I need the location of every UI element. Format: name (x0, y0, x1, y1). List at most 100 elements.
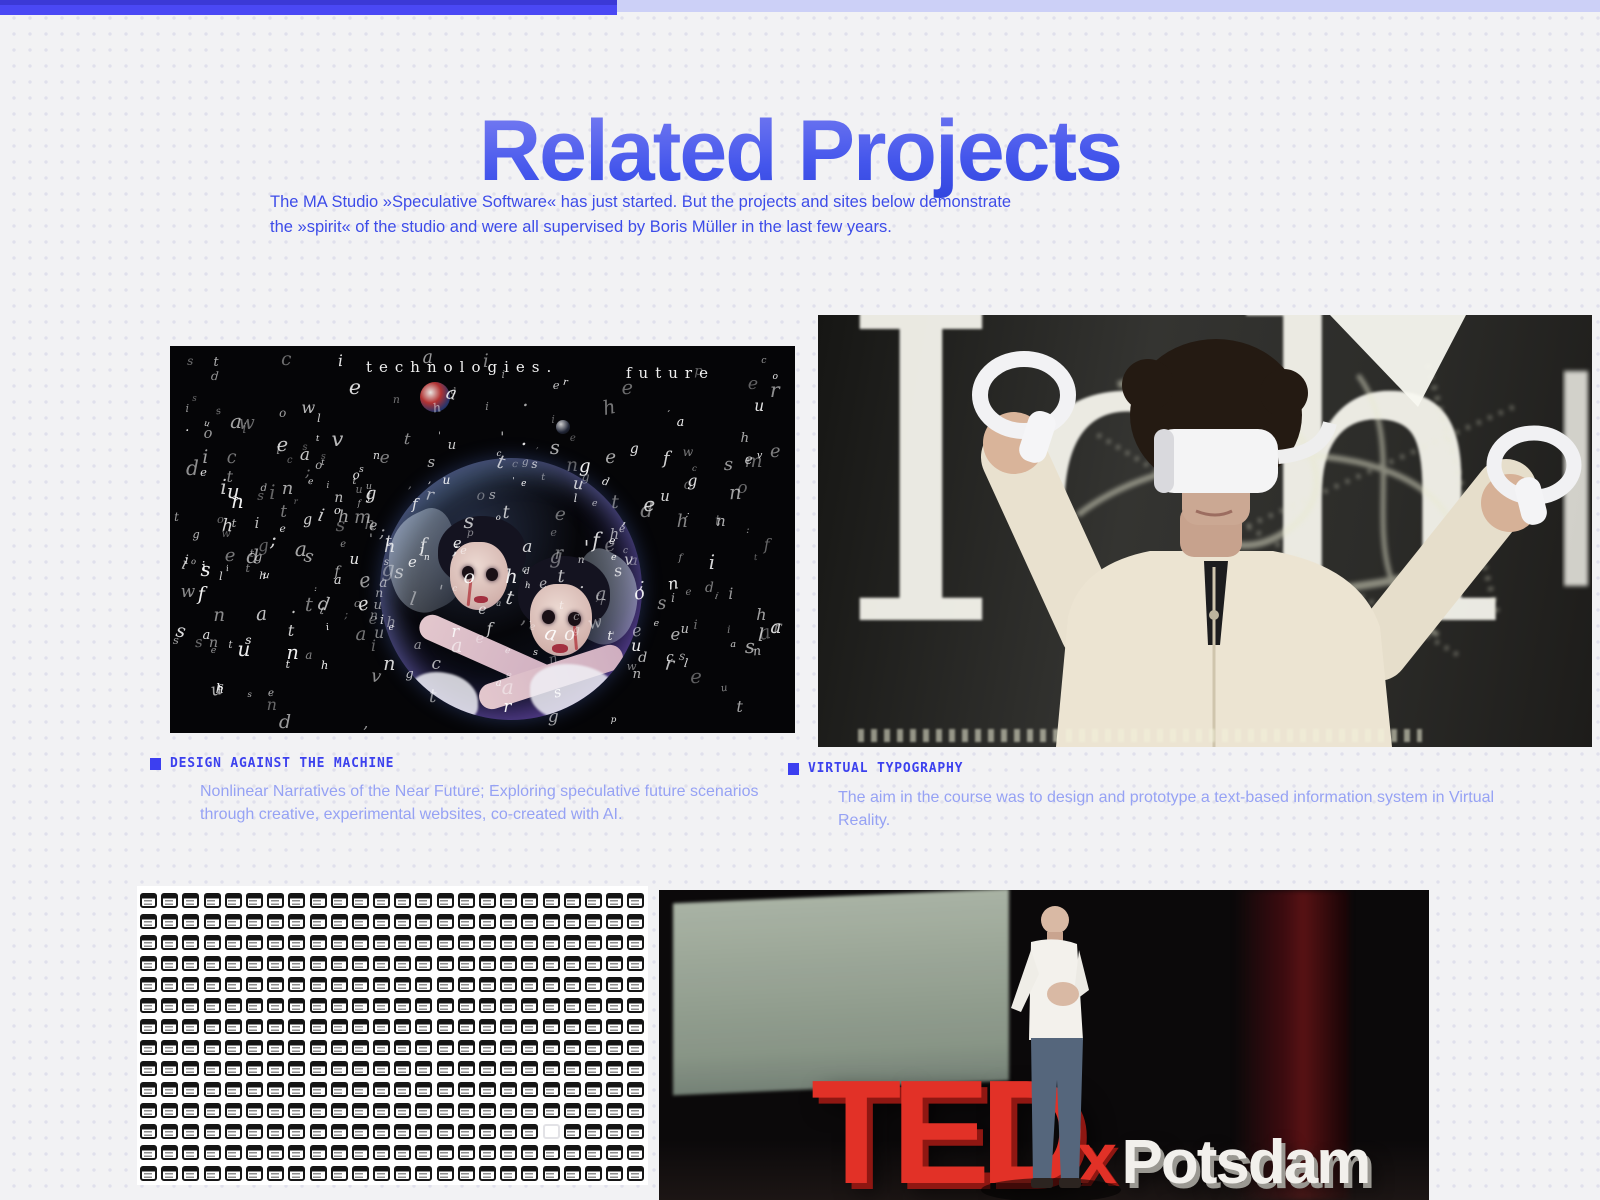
doc-icon (352, 1061, 369, 1076)
scatter-glyph: d (210, 370, 218, 382)
scatter-glyph: g (193, 529, 200, 540)
scatter-glyph: e (748, 374, 759, 392)
doc-icon (585, 1103, 602, 1118)
scatter-glyph: s (187, 355, 193, 367)
scatter-glyph: u (448, 439, 457, 452)
scatter-glyph: n (282, 480, 294, 498)
scatter-glyph: a (757, 622, 772, 643)
doc-icon (140, 1019, 157, 1034)
scroll-progress-bar (0, 0, 617, 15)
scatter-glyph: s (174, 622, 187, 642)
doc-icon (373, 1166, 390, 1181)
doc-icon (500, 977, 517, 992)
scatter-glyph: e (369, 612, 378, 627)
scroll-progress-track (617, 0, 1600, 12)
doc-icon (246, 956, 263, 971)
scatter-glyph: e (340, 540, 346, 550)
scatter-glyph: , (363, 716, 368, 731)
project-image-tedx-potsdam[interactable]: TEDx Potsdam (659, 890, 1429, 1200)
doc-icon (627, 1061, 644, 1076)
scatter-glyph: g (258, 537, 270, 554)
doc-icon (564, 935, 581, 950)
doc-icon (543, 1019, 560, 1034)
project-label-design-against-the-machine[interactable]: DESIGN AGAINST THE MACHINE (150, 756, 394, 771)
doc-icon (500, 998, 517, 1013)
doc-icon (246, 935, 263, 950)
doc-icon (437, 977, 454, 992)
scatter-glyph: e (380, 450, 390, 467)
doc-icon (140, 1145, 157, 1160)
doc-icon (394, 1166, 411, 1181)
doc-icon (394, 956, 411, 971)
doc-icon (352, 893, 369, 908)
scatter-glyph: u (262, 571, 270, 582)
doc-icon (225, 1040, 242, 1055)
doc-icon (288, 1040, 305, 1055)
doc-icon (140, 914, 157, 929)
doc-icon (352, 1166, 369, 1181)
project-image-virtual-typography[interactable]: Ich (818, 315, 1592, 747)
scatter-glyph: c (692, 465, 697, 474)
doc-icon (310, 1103, 327, 1118)
doc-icon (458, 998, 475, 1013)
doc-icon (140, 977, 157, 992)
doc-icon (564, 914, 581, 929)
figure1-eye-graphic (462, 566, 474, 579)
doc-icon (585, 1166, 602, 1181)
scatter-glyph: . (185, 421, 189, 434)
scatter-glyph: i (255, 517, 260, 532)
scatter-glyph: e (279, 524, 285, 535)
scatter-glyph: e (211, 646, 217, 655)
doc-icon (225, 1019, 242, 1034)
figure1-lips-graphic (474, 596, 488, 603)
doc-icon (267, 1103, 284, 1118)
doc-icon (606, 893, 623, 908)
scatter-glyph: u (374, 625, 384, 641)
project-label-text: VIRTUAL TYPOGRAPHY (808, 761, 963, 776)
scatter-glyph: s (724, 456, 733, 474)
scatter-glyph: n (334, 492, 343, 506)
project-label-virtual-typography[interactable]: VIRTUAL TYPOGRAPHY (788, 761, 963, 776)
doc-icon (564, 998, 581, 1013)
doc-icon (352, 914, 369, 929)
doc-icon (500, 914, 517, 929)
scatter-glyph: n (286, 643, 298, 662)
doc-icon (225, 1103, 242, 1118)
scatter-glyph: ; (380, 524, 386, 541)
scatter-glyph: d (638, 651, 647, 665)
scatter-glyph: d (279, 712, 291, 731)
project-image-design-against-the-machine[interactable]: technologies. future airlnettisstrcetdau… (170, 346, 795, 733)
doc-icon (564, 1019, 581, 1034)
doc-icon (246, 1040, 263, 1055)
scatter-glyph: s (192, 395, 197, 404)
scatter-glyph: t (227, 469, 234, 485)
doc-icon (267, 1145, 284, 1160)
scatter-glyph: ; (685, 510, 690, 520)
project-image-document-grid[interactable] (137, 886, 648, 1185)
doc-icon (140, 1166, 157, 1181)
doc-icon (500, 935, 517, 950)
scatter-glyph: e (770, 443, 782, 461)
scatter-glyph: i (186, 403, 190, 414)
doc-icon (352, 1124, 369, 1139)
scatter-glyph: v (370, 668, 383, 687)
doc-icon (500, 956, 517, 971)
scatter-glyph: e (357, 570, 373, 592)
scatter-glyph: w (181, 584, 196, 601)
scatter-glyph: t (232, 518, 237, 530)
doc-icon (394, 1145, 411, 1160)
doc-icon (182, 1082, 199, 1097)
scatter-glyph: o (315, 460, 322, 472)
doc-icon (331, 1166, 348, 1181)
doc-icon (415, 935, 432, 950)
scatter-glyph: t (213, 356, 218, 369)
doc-icon (352, 998, 369, 1013)
doc-icon (394, 1082, 411, 1097)
doc-icon (479, 1082, 496, 1097)
doc-icon (161, 1166, 178, 1181)
doc-icon (246, 998, 263, 1013)
project-label-text: DESIGN AGAINST THE MACHINE (170, 756, 394, 771)
scatter-glyph: w (301, 400, 315, 416)
doc-icon (458, 1061, 475, 1076)
scatter-glyph: i (485, 402, 488, 413)
